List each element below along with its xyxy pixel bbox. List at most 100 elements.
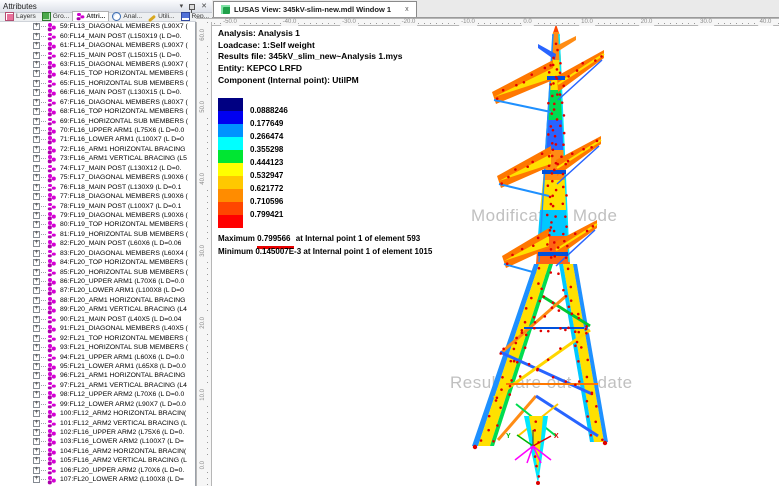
model-canvas[interactable]: Modification Mode Results are out of dat… <box>212 26 779 486</box>
tree-item[interactable]: + 87:FL20_LOWER ARM1 (L100X8 (L D=0 <box>0 286 195 295</box>
expander-icon[interactable]: + <box>33 70 40 77</box>
tree-item[interactable]: + 90:FL21_MAIN POST (L40X5 (L D=0.04 <box>0 315 195 324</box>
expander-icon[interactable]: + <box>33 136 40 143</box>
tree-item[interactable]: + 77:FL18_DIAGONAL MEMBERS (L90X6 ( <box>0 192 195 201</box>
tree-item[interactable]: + 84:FL20_TOP HORIZONTAL MEMBERS ( <box>0 258 195 267</box>
tree-item[interactable]: + 97:FL21_ARM1 VERTICAL BRACING (L4 <box>0 381 195 390</box>
tree-item[interactable]: + 79:FL19_DIAGONAL MEMBERS (L90X6 ( <box>0 211 195 220</box>
tab-attributes[interactable]: Attri... <box>72 11 109 21</box>
tree-item[interactable]: + 99:FL12_LOWER ARM2 (L90X7 (L D=0.0 <box>0 400 195 409</box>
tree-item[interactable]: + 104:FL16_ARM2 HORIZONTAL BRACIN( <box>0 447 195 456</box>
expander-icon[interactable]: + <box>33 476 40 483</box>
attributes-tree[interactable]: + 59:FL13_DIAGONAL MEMBERS (L90X7 ( + 60… <box>0 22 196 486</box>
tree-item[interactable]: + 100:FL12_ARM2 HORIZONTAL BRACIN( <box>0 409 195 418</box>
expander-icon[interactable]: + <box>33 278 40 285</box>
expander-icon[interactable]: + <box>33 165 40 172</box>
expander-icon[interactable]: + <box>33 306 40 313</box>
tab-layers[interactable]: Layers <box>2 12 39 21</box>
expander-icon[interactable]: + <box>33 259 40 266</box>
tree-item[interactable]: + 64:FL15_TOP HORIZONTAL MEMBERS ( <box>0 69 195 78</box>
expander-icon[interactable]: + <box>33 240 40 247</box>
tab-groups[interactable]: Gro... <box>39 12 73 21</box>
expander-icon[interactable]: + <box>33 325 40 332</box>
expander-icon[interactable]: + <box>33 99 40 106</box>
tree-item[interactable]: + 83:FL20_DIAGONAL MEMBERS (L60X4 ( <box>0 249 195 258</box>
tree-item[interactable]: + 72:FL16_ARM1 HORIZONTAL BRACING <box>0 145 195 154</box>
expander-icon[interactable]: + <box>33 448 40 455</box>
expander-icon[interactable]: + <box>33 52 40 59</box>
expander-icon[interactable]: + <box>33 231 40 238</box>
expander-icon[interactable]: + <box>33 221 40 228</box>
tree-item[interactable]: + 88:FL20_ARM1 HORIZONTAL BRACING <box>0 296 195 305</box>
expander-icon[interactable]: + <box>33 420 40 427</box>
expander-icon[interactable]: + <box>33 401 40 408</box>
tree-item[interactable]: + 93:FL21_HORIZONTAL SUB MEMBERS ( <box>0 343 195 352</box>
expander-icon[interactable]: + <box>33 316 40 323</box>
expander-icon[interactable]: + <box>33 335 40 342</box>
tree-item[interactable]: + 107:FL20_LOWER ARM2 (L100X8 (L D= <box>0 475 195 484</box>
tree-item[interactable]: + 95:FL21_LOWER ARM1 (L65X8 (L D=0.0 <box>0 362 195 371</box>
expander-icon[interactable]: + <box>33 127 40 134</box>
tree-item[interactable]: + 91:FL21_DIAGONAL MEMBERS (L40X5 ( <box>0 324 195 333</box>
tree-item[interactable]: + 94:FL21_UPPER ARM1 (L60X6 (L D=0.0 <box>0 352 195 361</box>
tree-item[interactable]: + 98:FL12_UPPER ARM2 (L70X6 (L D=0.0 <box>0 390 195 399</box>
tree-item[interactable]: + 102:FL16_UPPER ARM2 (L75X6 (L D=0. <box>0 428 195 437</box>
tree-item[interactable]: + 96:FL21_ARM1 HORIZONTAL BRACING <box>0 371 195 380</box>
pin-icon[interactable] <box>189 4 195 10</box>
expander-icon[interactable]: + <box>33 287 40 294</box>
tree-item[interactable]: + 62:FL15_MAIN POST (L150X15 (L D=0. <box>0 50 195 59</box>
expander-icon[interactable]: + <box>33 410 40 417</box>
tree-item[interactable]: + 59:FL13_DIAGONAL MEMBERS (L90X7 ( <box>0 22 195 31</box>
expander-icon[interactable]: + <box>33 382 40 389</box>
tree-item[interactable]: + 63:FL15_DIAGONAL MEMBERS (L90X7 ( <box>0 60 195 69</box>
view-tab-close-icon[interactable]: x <box>405 6 409 13</box>
expander-icon[interactable]: + <box>33 61 40 68</box>
expander-icon[interactable]: + <box>33 250 40 257</box>
tree-item[interactable]: + 103:FL16_LOWER ARM2 (L100X7 (L D= <box>0 437 195 446</box>
expander-icon[interactable]: + <box>33 457 40 464</box>
expander-icon[interactable]: + <box>33 429 40 436</box>
tree-item[interactable]: + 80:FL19_TOP HORIZONTAL MEMBERS ( <box>0 220 195 229</box>
expander-icon[interactable]: + <box>33 297 40 304</box>
expander-icon[interactable]: + <box>33 438 40 445</box>
tree-item[interactable]: + 66:FL16_MAIN POST (L130X15 (L D=0. <box>0 88 195 97</box>
expander-icon[interactable]: + <box>33 118 40 125</box>
tree-item[interactable]: + 78:FL19_MAIN POST (L100X7 (L D=0.1 <box>0 201 195 210</box>
tree-item[interactable]: + 106:FL20_UPPER ARM2 (L70X6 (L D=0. <box>0 466 195 475</box>
expander-icon[interactable]: + <box>33 184 40 191</box>
tree-item[interactable]: + 105:FL16_ARM2 VERTICAL BRACING (L <box>0 456 195 465</box>
tree-item[interactable]: + 71:FL16_LOWER ARM1 (L100X7 (L D=0 <box>0 135 195 144</box>
expander-icon[interactable]: + <box>33 467 40 474</box>
tree-item[interactable]: + 74:FL17_MAIN POST (L130X12 (L D=0. <box>0 164 195 173</box>
expander-icon[interactable]: + <box>33 174 40 181</box>
expander-icon[interactable]: + <box>33 391 40 398</box>
expander-icon[interactable]: + <box>33 363 40 370</box>
tab-analyses[interactable]: Anal... <box>109 12 145 21</box>
tree-item[interactable]: + 73:FL16_ARM1 VERTICAL BRACING (L5 <box>0 154 195 163</box>
tree-item[interactable]: + 82:FL20_MAIN POST (L60X6 (L D=0.06 <box>0 239 195 248</box>
tab-utilities[interactable]: Utili... <box>145 12 177 21</box>
expander-icon[interactable]: + <box>33 193 40 200</box>
expander-icon[interactable]: + <box>33 203 40 210</box>
expander-icon[interactable]: + <box>33 372 40 379</box>
expander-icon[interactable]: + <box>33 269 40 276</box>
expander-icon[interactable]: + <box>33 42 40 49</box>
expander-icon[interactable]: + <box>33 146 40 153</box>
expander-icon[interactable]: + <box>33 89 40 96</box>
tree-item[interactable]: + 85:FL20_HORIZONTAL SUB MEMBERS ( <box>0 267 195 276</box>
tree-item[interactable]: + 81:FL19_HORIZONTAL SUB MEMBERS ( <box>0 230 195 239</box>
tree-item[interactable]: + 89:FL20_ARM1 VERTICAL BRACING (L4 <box>0 305 195 314</box>
expander-icon[interactable]: + <box>33 33 40 40</box>
view-tab[interactable]: LUSAS View: 345kV-slim-new.mdl Window 1 … <box>213 1 417 17</box>
expander-icon[interactable]: + <box>33 212 40 219</box>
tree-item[interactable]: + 76:FL18_MAIN POST (L130X9 (L D=0.1 <box>0 182 195 191</box>
tree-item[interactable]: + 69:FL16_HORIZONTAL SUB MEMBERS ( <box>0 116 195 125</box>
tree-item[interactable]: + 65:FL15_HORIZONTAL SUB MEMBERS ( <box>0 79 195 88</box>
tree-item[interactable]: + 60:FL14_MAIN POST (L150X19 (L D=0. <box>0 31 195 40</box>
expander-icon[interactable]: + <box>33 354 40 361</box>
tree-item[interactable]: + 61:FL14_DIAGONAL MEMBERS (L90X7 ( <box>0 41 195 50</box>
tree-item[interactable]: + 86:FL20_UPPER ARM1 (L70X6 (L D=0.0 <box>0 277 195 286</box>
expander-icon[interactable]: + <box>33 108 40 115</box>
tree-item[interactable]: + 68:FL16_TOP HORIZONTAL MEMBERS ( <box>0 107 195 116</box>
tree-item[interactable]: + 75:FL17_DIAGONAL MEMBERS (L90X6 ( <box>0 173 195 182</box>
